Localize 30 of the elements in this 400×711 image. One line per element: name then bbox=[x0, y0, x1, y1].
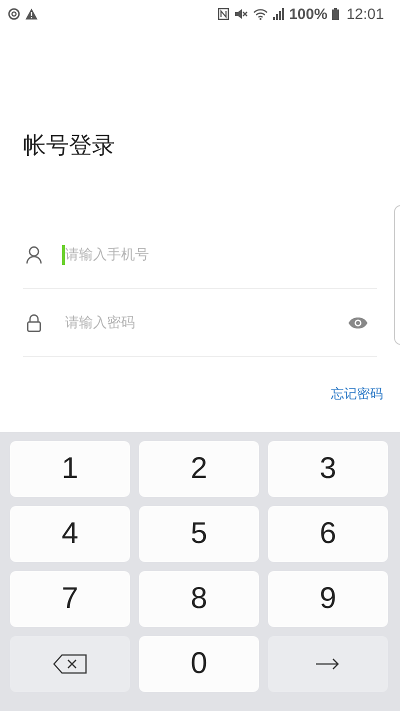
arrow-icon bbox=[315, 658, 341, 670]
digit-key[interactable]: 2 bbox=[139, 441, 259, 497]
person-icon bbox=[26, 246, 42, 264]
forgot-password-link[interactable]: 忘记密码 bbox=[331, 385, 383, 403]
digit-key[interactable]: 8 bbox=[139, 571, 259, 627]
digit-key[interactable]: 5 bbox=[139, 506, 259, 562]
battery-percent: 100% bbox=[289, 6, 328, 22]
nfc-icon bbox=[218, 8, 230, 20]
page-title: 帐号登录 bbox=[23, 132, 115, 161]
sync-icon bbox=[8, 8, 20, 20]
digit-key[interactable]: 7 bbox=[10, 571, 130, 627]
backspace-key[interactable] bbox=[10, 636, 130, 692]
password-field[interactable]: 请输入密码 bbox=[62, 312, 348, 332]
mute-icon bbox=[234, 8, 248, 20]
phone-field[interactable]: 请输入手机号 bbox=[62, 244, 377, 264]
digit-key[interactable]: 0 bbox=[139, 636, 259, 692]
digit-key[interactable]: 3 bbox=[268, 441, 388, 497]
digit-key[interactable]: 9 bbox=[268, 571, 388, 627]
digit-key[interactable]: 1 bbox=[10, 441, 130, 497]
battery-icon bbox=[332, 8, 340, 20]
signal-icon bbox=[273, 8, 284, 20]
eye-icon bbox=[348, 316, 368, 328]
clock-time: 12:01 bbox=[346, 6, 384, 22]
digit-key[interactable]: 6 bbox=[268, 506, 388, 562]
warning-icon bbox=[25, 8, 38, 20]
wifi-icon bbox=[253, 8, 268, 20]
backspace-icon bbox=[53, 654, 87, 674]
digit-key[interactable]: 4 bbox=[10, 506, 130, 562]
lock-icon bbox=[26, 314, 42, 332]
next-key[interactable] bbox=[268, 636, 388, 692]
